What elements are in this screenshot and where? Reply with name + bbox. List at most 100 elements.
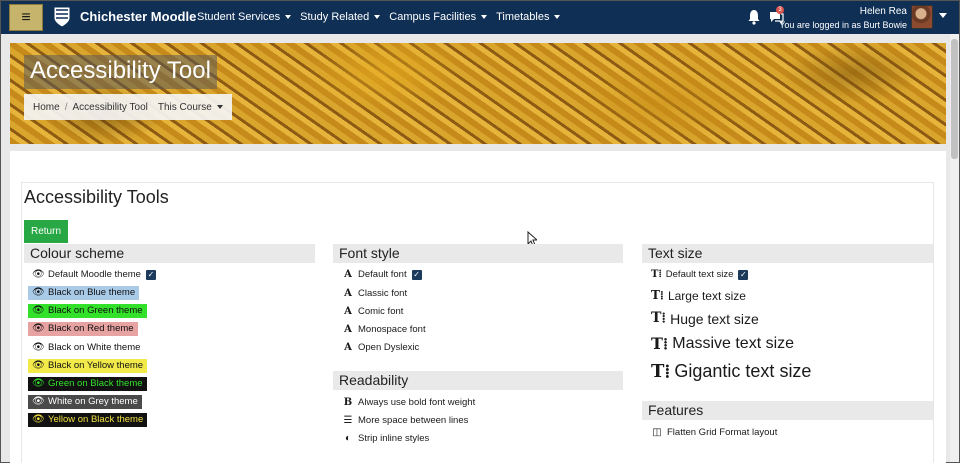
eye-slash-icon: 👁 (32, 378, 45, 389)
breadcrumb-this-course-dropdown[interactable]: This Course (158, 102, 223, 113)
colour-theme-label: Yellow on Black theme (48, 414, 144, 426)
features-heading: Features (642, 401, 933, 420)
font-option-default[interactable]: A Default font ✓ (342, 269, 422, 280)
college-logo-icon[interactable] (53, 6, 71, 28)
readability-bold-option[interactable]: B Always use bold font weight (342, 397, 475, 408)
return-button[interactable]: Return (24, 220, 68, 243)
readability-option-label: Strip inline styles (358, 433, 430, 444)
line-spacing-icon: ☰ (343, 415, 353, 426)
text-size-heading: Text size (642, 244, 933, 263)
font-option-open-dyslexic[interactable]: A Open Dyslexic (342, 342, 419, 353)
eye-slash-icon: 👁 (32, 414, 45, 426)
selected-check-icon: ✓ (145, 269, 156, 280)
text-size-massive-option[interactable]: T⁞ Massive text size (651, 334, 794, 354)
text-size-icon: T⁞ (651, 310, 667, 326)
font-option-label: Default font (358, 269, 407, 280)
layout-icon: ◫ (652, 427, 662, 438)
text-size-default-option[interactable]: T⁞ Default text size ✓ (651, 269, 749, 280)
hamburger-icon: ≡ (21, 8, 31, 26)
colour-theme-label: Black on Green theme (48, 305, 143, 317)
text-size-label: Huge text size (670, 310, 759, 327)
eye-slash-icon: 👁 (32, 396, 45, 408)
text-size-huge-option[interactable]: T⁞ Huge text size (651, 310, 759, 327)
text-size-icon: T⁞ (651, 269, 662, 280)
text-size-label: Gigantic text size (674, 361, 812, 381)
colour-theme-label: Green on Black theme (48, 378, 143, 389)
readability-heading: Readability (333, 371, 623, 390)
font-style-heading: Font style (333, 244, 623, 263)
colour-theme-label: Black on White theme (48, 341, 141, 353)
logged-in-as-text: You are logged in as Burt Bowie (779, 20, 907, 30)
text-size-label: Large text size (667, 288, 746, 303)
font-option-monospace[interactable]: A Monospace font (342, 324, 426, 335)
colour-theme-label: Black on Red theme (48, 323, 134, 335)
colour-theme-label: White on Grey theme (48, 396, 138, 408)
accessibility-tools-panel (21, 182, 934, 463)
page-title: Accessibility Tool (24, 55, 217, 89)
colour-theme-label: Black on Blue theme (48, 287, 136, 298)
font-option-classic[interactable]: A Classic font (342, 288, 407, 299)
message-count-badge: 3 (776, 6, 784, 14)
text-size-icon: T⁞ (651, 334, 669, 353)
bold-icon: B (343, 397, 353, 408)
font-a-icon: A (344, 288, 352, 299)
font-option-comic[interactable]: A Comic font (342, 306, 403, 317)
top-navbar: ≡ Chichester Moodle Student Services Stu… (1, 1, 959, 34)
font-a-icon: A (344, 306, 352, 317)
eye-slash-icon: 👁 (32, 287, 45, 298)
notifications-bell-icon[interactable] (747, 9, 761, 25)
font-a-icon: A (344, 269, 352, 280)
text-size-label: Default text size (665, 269, 734, 280)
colour-theme-option[interactable]: 👁 White on Grey theme (28, 395, 142, 410)
nav-study-related[interactable]: Study Related (300, 11, 380, 23)
section-heading: Accessibility Tools (24, 187, 169, 207)
font-a-icon: A (344, 342, 352, 353)
selected-check-icon: ✓ (411, 269, 422, 280)
menu-toggle-button[interactable]: ≡ (9, 4, 43, 31)
text-size-icon: T⁞ (651, 288, 664, 302)
text-size-large-option[interactable]: T⁞ Large text size (651, 288, 746, 303)
breadcrumb-accessibility-tool[interactable]: Accessibility Tool (72, 102, 147, 113)
readability-option-label: More space between lines (358, 415, 469, 426)
readability-strip-styles-option[interactable]: ◐ Strip inline styles (342, 433, 429, 444)
user-menu-chevron-down-icon[interactable] (939, 13, 947, 18)
text-size-icon: T⁞ (651, 361, 671, 382)
font-option-label: Open Dyslexic (358, 342, 420, 353)
colour-theme-option[interactable]: 👁 Black on Yellow theme (28, 358, 148, 373)
eye-slash-icon: 👁 (32, 359, 45, 371)
colour-scheme-heading: Colour scheme (24, 244, 315, 263)
colour-theme-option[interactable]: 👁 Black on Green theme (28, 304, 147, 319)
colour-theme-option[interactable]: 👁 Green on Black theme (28, 377, 147, 391)
eye-slash-icon: 👁 (32, 341, 45, 353)
eye-icon: 👁 (32, 269, 45, 280)
contrast-icon: ◐ (344, 433, 352, 444)
readability-line-spacing-option[interactable]: ☰ More space between lines (342, 415, 469, 426)
text-size-gigantic-option[interactable]: T⁞ Gigantic text size (651, 361, 811, 382)
eye-slash-icon: 👁 (32, 305, 45, 317)
colour-theme-label: Black on Yellow theme (48, 359, 144, 371)
user-avatar[interactable] (911, 5, 933, 29)
user-name[interactable]: Helen Rea (860, 6, 907, 17)
text-size-label: Massive text size (672, 335, 795, 352)
selected-check-icon: ✓ (738, 269, 749, 280)
breadcrumb-home[interactable]: Home (33, 102, 60, 113)
page-scrollbar-thumb[interactable] (951, 39, 958, 159)
font-a-icon: A (344, 324, 352, 335)
nav-timetables[interactable]: Timetables (496, 11, 560, 23)
feature-flatten-grid-option[interactable]: ◫ Flatten Grid Format layout (651, 427, 777, 438)
default-moodle-theme-label: Default Moodle theme (48, 269, 141, 280)
font-option-label: Comic font (358, 306, 404, 317)
breadcrumb-separator: / (64, 101, 68, 113)
colour-theme-option[interactable]: 👁 Yellow on Black theme (28, 413, 148, 428)
site-name[interactable]: Chichester Moodle (80, 9, 196, 24)
feature-option-label: Flatten Grid Format layout (667, 427, 778, 438)
nav-student-services[interactable]: Student Services (197, 11, 291, 23)
colour-theme-option[interactable]: 👁 Black on Blue theme (28, 286, 140, 300)
eye-slash-icon: 👁 (32, 323, 45, 335)
main-nav-menu: Student Services Study Related Campus Fa… (197, 11, 569, 23)
colour-theme-option[interactable]: 👁 Black on Red theme (28, 322, 138, 337)
colour-theme-option[interactable]: 👁 Black on White theme (28, 340, 145, 355)
default-moodle-theme-option[interactable]: 👁 Default Moodle theme ✓ (32, 269, 156, 280)
nav-campus-facilities[interactable]: Campus Facilities (389, 11, 487, 23)
font-option-label: Classic font (358, 288, 408, 299)
